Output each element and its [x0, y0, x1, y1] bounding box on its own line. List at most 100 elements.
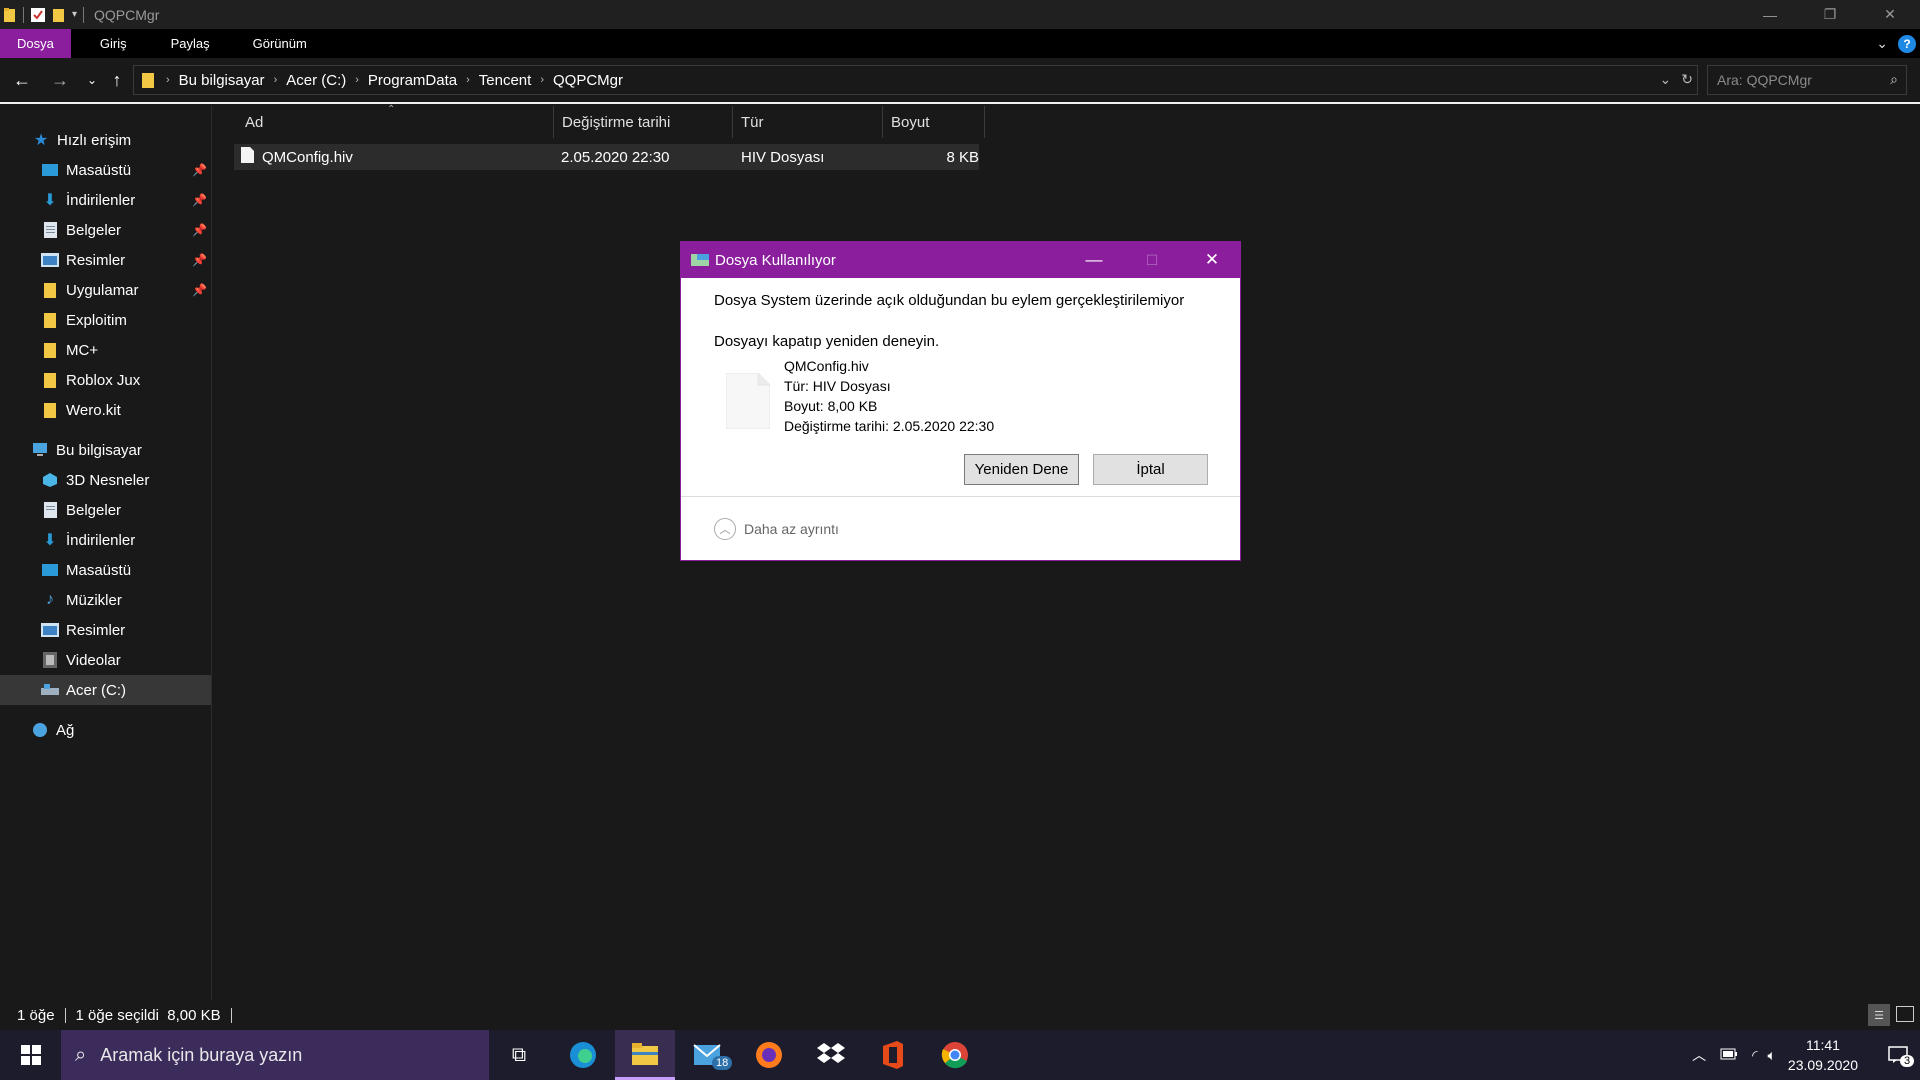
sidebar-item-indirilenler-pc[interactable]: ⬇ İndirilenler [0, 525, 211, 555]
pin-icon[interactable]: 📌 [192, 193, 207, 207]
dialog-file-modified: Değiştirme tarihi: 2.05.2020 22:30 [784, 418, 995, 434]
dialog-minimize-button[interactable]: — [1065, 242, 1123, 278]
sidebar-item-this-pc[interactable]: Bu bilgisayar [0, 435, 211, 465]
pin-icon[interactable]: 📌 [192, 283, 207, 297]
pictures-icon [41, 252, 59, 268]
clock-time: 11:41 [1805, 1037, 1840, 1053]
sidebar-item-belgeler[interactable]: Belgeler 📌 [0, 215, 211, 245]
column-header-size[interactable]: Boyut [883, 106, 985, 138]
column-header-type[interactable]: Tür [733, 106, 883, 138]
sidebar-item-wero-kit[interactable]: Wero.kit [0, 395, 211, 425]
dialog-close-button[interactable]: ✕ [1183, 242, 1241, 278]
details-view-icon[interactable]: ☰ [1868, 1004, 1890, 1026]
taskbar-search-input[interactable]: ⌕ Aramak için buraya yazın [61, 1030, 489, 1080]
refresh-icon[interactable]: ↻ [1681, 71, 1693, 88]
minimize-button[interactable]: — [1740, 0, 1800, 29]
recent-locations-button[interactable]: ⌄ [80, 68, 104, 92]
wifi-icon[interactable]: ◜ [1752, 1047, 1757, 1064]
mail-icon[interactable]: 18 [677, 1030, 737, 1080]
music-icon: ♪ [46, 591, 54, 608]
documents-icon [41, 502, 59, 518]
less-details-link[interactable]: Daha az ayrıntı [744, 521, 839, 537]
table-row[interactable]: QMConfig.hiv 2.05.2020 22:30 HIV Dosyası… [234, 144, 979, 170]
breadcrumb-qqpcmgr[interactable]: QQPCMgr [553, 72, 623, 89]
tab-giris[interactable]: Giriş [71, 29, 145, 58]
address-bar[interactable]: › Bu bilgisayar › Acer (C:) › ProgramData ›… [133, 65, 1698, 95]
firefox-icon[interactable] [739, 1030, 799, 1080]
dialog-title-bar: Dosya Kullanılıyor — ☐ ✕ [681, 242, 1240, 278]
column-header-name[interactable]: Ad ⌃ [237, 104, 554, 138]
office-icon[interactable] [863, 1030, 923, 1080]
breadcrumb-acer-c[interactable]: Acer (C:) › [286, 72, 368, 89]
separator [23, 6, 24, 23]
back-button[interactable]: ← [10, 68, 34, 92]
pin-icon[interactable]: 📌 [192, 163, 207, 177]
file-explorer-icon[interactable] [615, 1030, 675, 1080]
clock[interactable]: 11:41 23.09.2020 [1788, 1035, 1858, 1075]
tab-gorunum[interactable]: Görünüm [228, 29, 325, 58]
search-placeholder: Ara: QQPCMgr [1717, 72, 1812, 88]
dialog-title: Dosya Kullanılıyor [715, 251, 836, 269]
sidebar-item-acer-c[interactable]: Acer (C:) [0, 675, 211, 705]
sidebar-item-uygulamar[interactable]: Uygulamar 📌 [0, 275, 211, 305]
pin-icon[interactable]: 📌 [192, 223, 207, 237]
edge-icon[interactable] [553, 1030, 613, 1080]
ribbon-right: ⌄ ? [1876, 29, 1916, 58]
sidebar-item-indirilenler[interactable]: ⬇ İndirilenler 📌 [0, 185, 211, 215]
pin-icon[interactable]: 📌 [192, 253, 207, 267]
window-title: QQPCMgr [94, 6, 160, 23]
sidebar-item-mc-plus[interactable]: MC+ [0, 335, 211, 365]
search-icon[interactable]: ⌕ [1890, 71, 1898, 88]
close-button[interactable]: ✕ [1860, 0, 1920, 29]
file-move-icon [691, 254, 709, 266]
new-folder-icon[interactable] [52, 7, 66, 23]
sidebar-item-exploitim[interactable]: Exploitim [0, 305, 211, 335]
sidebar-item-masaustu[interactable]: Masaüstü 📌 [0, 155, 211, 185]
folder-icon [41, 402, 59, 418]
sidebar-item-videolar[interactable]: Videolar [0, 645, 211, 675]
dropbox-icon[interactable] [801, 1030, 861, 1080]
volume-icon[interactable]: 🔈︎ [1768, 1047, 1776, 1064]
notification-center-icon[interactable]: 3 [1876, 1030, 1920, 1080]
quick-access-toolbar: ▾ [0, 0, 85, 29]
sidebar-item-belgeler-pc[interactable]: Belgeler [0, 495, 211, 525]
chevron-down-icon[interactable]: ⌄ [1660, 71, 1672, 88]
sidebar-item-network[interactable]: Ağ [0, 715, 211, 745]
sidebar-item-resimler[interactable]: Resimler 📌 [0, 245, 211, 275]
sidebar-item-masaustu-pc[interactable]: Masaüstü [0, 555, 211, 585]
sidebar-item-roblox-jux[interactable]: Roblox Jux [0, 365, 211, 395]
cancel-button[interactable]: İptal [1093, 454, 1208, 485]
breadcrumb-programdata[interactable]: ProgramData › [368, 72, 479, 89]
forward-button[interactable]: → [48, 68, 72, 92]
chevron-right-icon: › [273, 74, 278, 86]
properties-icon[interactable] [30, 7, 46, 23]
start-button[interactable] [0, 1030, 61, 1080]
sidebar-item-resimler-pc[interactable]: Resimler [0, 615, 211, 645]
search-input[interactable]: Ara: QQPCMgr ⌕ [1707, 65, 1907, 95]
sidebar-item-3d-nesneler[interactable]: 3D Nesneler [0, 465, 211, 495]
collapse-details-icon[interactable]: ︿ [714, 517, 736, 540]
downloads-icon: ⬇ [43, 532, 57, 549]
customize-qat-icon[interactable]: ▾ [72, 9, 77, 20]
dialog-hint: Dosyayı kapatıp yeniden deneyin. [714, 333, 940, 350]
retry-button[interactable]: Yeniden Dene [964, 454, 1079, 485]
address-actions: ⌄ ↻ [1660, 71, 1693, 88]
up-button[interactable]: ↑ [105, 68, 129, 92]
chevron-up-icon[interactable]: ︿ [1692, 1045, 1706, 1065]
large-icons-view-icon[interactable] [1896, 1006, 1914, 1022]
expand-ribbon-icon[interactable]: ⌄ [1876, 35, 1888, 52]
tab-dosya[interactable]: Dosya [0, 29, 71, 58]
task-view-icon[interactable]: ⧉ [489, 1030, 549, 1080]
chrome-icon[interactable] [925, 1030, 985, 1080]
restore-button[interactable]: ❐ [1800, 0, 1860, 29]
column-header-modified[interactable]: Değiştirme tarihi [554, 106, 733, 138]
sidebar-item-muzikler[interactable]: ♪ Müzikler [0, 585, 211, 615]
breadcrumb-tencent[interactable]: Tencent › [479, 72, 553, 89]
tab-paylas[interactable]: Paylaş [145, 29, 228, 58]
help-icon[interactable]: ? [1898, 34, 1916, 53]
breadcrumb-this-pc[interactable]: Bu bilgisayar › [179, 72, 287, 89]
downloads-icon: ⬇ [43, 192, 57, 209]
sidebar-item-quick-access[interactable]: ★ Hızlı erişim [0, 125, 211, 155]
battery-icon[interactable] [1720, 1047, 1738, 1064]
dialog-file-type: Tür: HIV Dosyası [784, 378, 891, 394]
